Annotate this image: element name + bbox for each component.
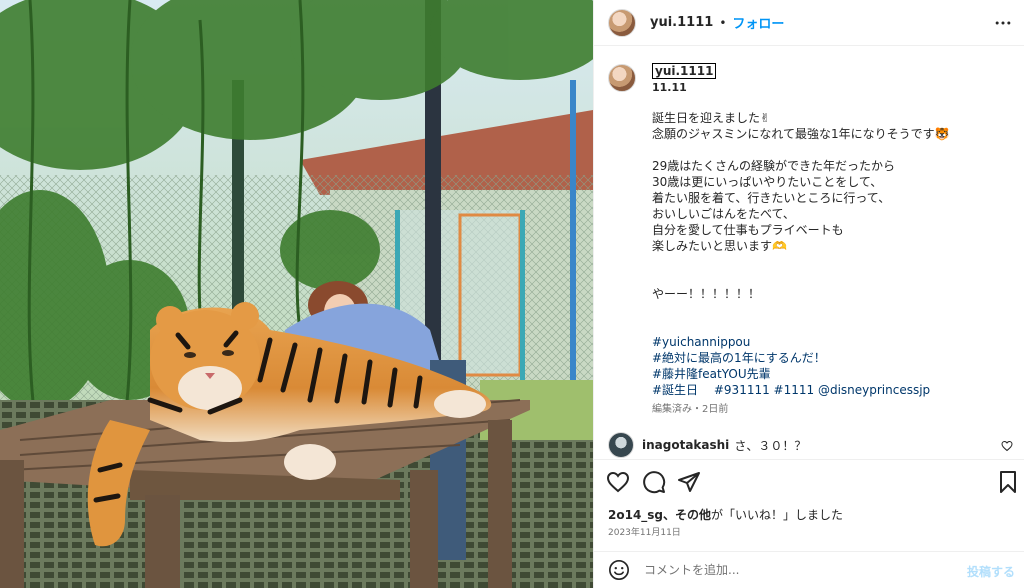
post-photo-image xyxy=(0,0,593,588)
comment-input[interactable] xyxy=(644,563,944,577)
commenter-username[interactable]: inagotakashi xyxy=(642,438,729,452)
caption-date: 11.11 xyxy=(652,81,687,94)
comment-row: inagotakashi さ、３０！？ xyxy=(608,432,1013,458)
caption-line: 着たい服を着て、行きたいところに行って、 xyxy=(652,191,891,205)
caption-line: 楽しみたいと思います🫶 xyxy=(652,239,787,253)
post-actions: 2o14_sg、その他が「いいね！」しました 2023年11月11日 xyxy=(594,459,1024,547)
caption-line: 念願のジャスミンになれて最強な1年になりそうです🐯 xyxy=(652,127,950,141)
heart-icon[interactable] xyxy=(606,470,630,494)
paper-plane-icon[interactable] xyxy=(677,470,701,494)
likes-suffix: が「いいね！」しました xyxy=(711,508,844,522)
caption-hashtag-line[interactable]: #誕生日 #931111 #1111 @disneyprincessjp xyxy=(652,382,1002,398)
edited-timestamp: 編集済み・2日前 xyxy=(652,404,729,415)
smiley-icon[interactable] xyxy=(608,559,630,581)
comment-like-heart-icon[interactable] xyxy=(1001,440,1013,452)
add-comment-bar: 投稿する xyxy=(594,551,1024,588)
header-separator: • xyxy=(719,15,727,30)
follow-button[interactable]: フォロー xyxy=(732,13,784,32)
caption-line xyxy=(652,254,1002,270)
likes-summary[interactable]: 2o14_sg、その他が「いいね！」しました xyxy=(608,506,843,523)
caption-line: おいしいごはんをたべて、 xyxy=(652,207,795,221)
commenter-avatar[interactable] xyxy=(608,432,634,458)
caption-text: 誕生日を迎えました✌ 念願のジャスミンになれて最強な1年になりそうです🐯 29歳はた… xyxy=(652,110,1002,398)
caption-hashtag-line[interactable]: #yuichannippou xyxy=(652,334,1002,350)
caption-line: やーー！！！！！！ xyxy=(652,287,761,301)
caption-avatar[interactable] xyxy=(608,64,636,92)
comment-text: さ、３０！？ xyxy=(734,438,807,453)
more-horizontal-icon[interactable] xyxy=(993,13,1013,33)
caption-hashtag-line[interactable]: #藤井隆featYOU先輩 xyxy=(652,366,1002,382)
author-username[interactable]: yui.1111 xyxy=(650,15,713,30)
caption-line: 誕生日を迎えました✌ xyxy=(652,111,771,125)
post-photo xyxy=(0,0,593,588)
liker-username[interactable]: 2o14_sg xyxy=(608,508,663,522)
caption-line xyxy=(652,302,1002,318)
caption-line xyxy=(652,318,1002,334)
post-date: 2023年11月11日 xyxy=(608,528,681,538)
author-avatar[interactable] xyxy=(608,8,636,37)
bookmark-icon[interactable] xyxy=(996,470,1020,494)
caption-line xyxy=(652,142,1002,158)
caption-line: 30歳は更にいっぱいやりたいことをして、 xyxy=(652,175,883,189)
post-side-panel: yui.1111 • フォロー yui.1111 11.11 誕生日を迎えました… xyxy=(593,0,1024,588)
caption-line xyxy=(652,270,1002,286)
caption-line: 29歳はたくさんの経験ができた年だったから xyxy=(652,159,896,173)
likes-others[interactable]: 、その他 xyxy=(663,508,711,522)
caption-line: 自分を愛して仕事もプライベートも xyxy=(652,223,844,237)
post-header: yui.1111 • フォロー xyxy=(594,0,1024,46)
comment-bubble-icon[interactable] xyxy=(642,470,666,494)
caption-username[interactable]: yui.1111 xyxy=(652,63,717,79)
post-comment-button[interactable]: 投稿する xyxy=(967,563,1015,580)
post-caption: yui.1111 11.11 誕生日を迎えました✌ 念願のジャスミンになれて最強な… xyxy=(608,62,1013,417)
caption-hashtag-line[interactable]: #絶対に最高の1年にするんだ！ xyxy=(652,350,1002,366)
